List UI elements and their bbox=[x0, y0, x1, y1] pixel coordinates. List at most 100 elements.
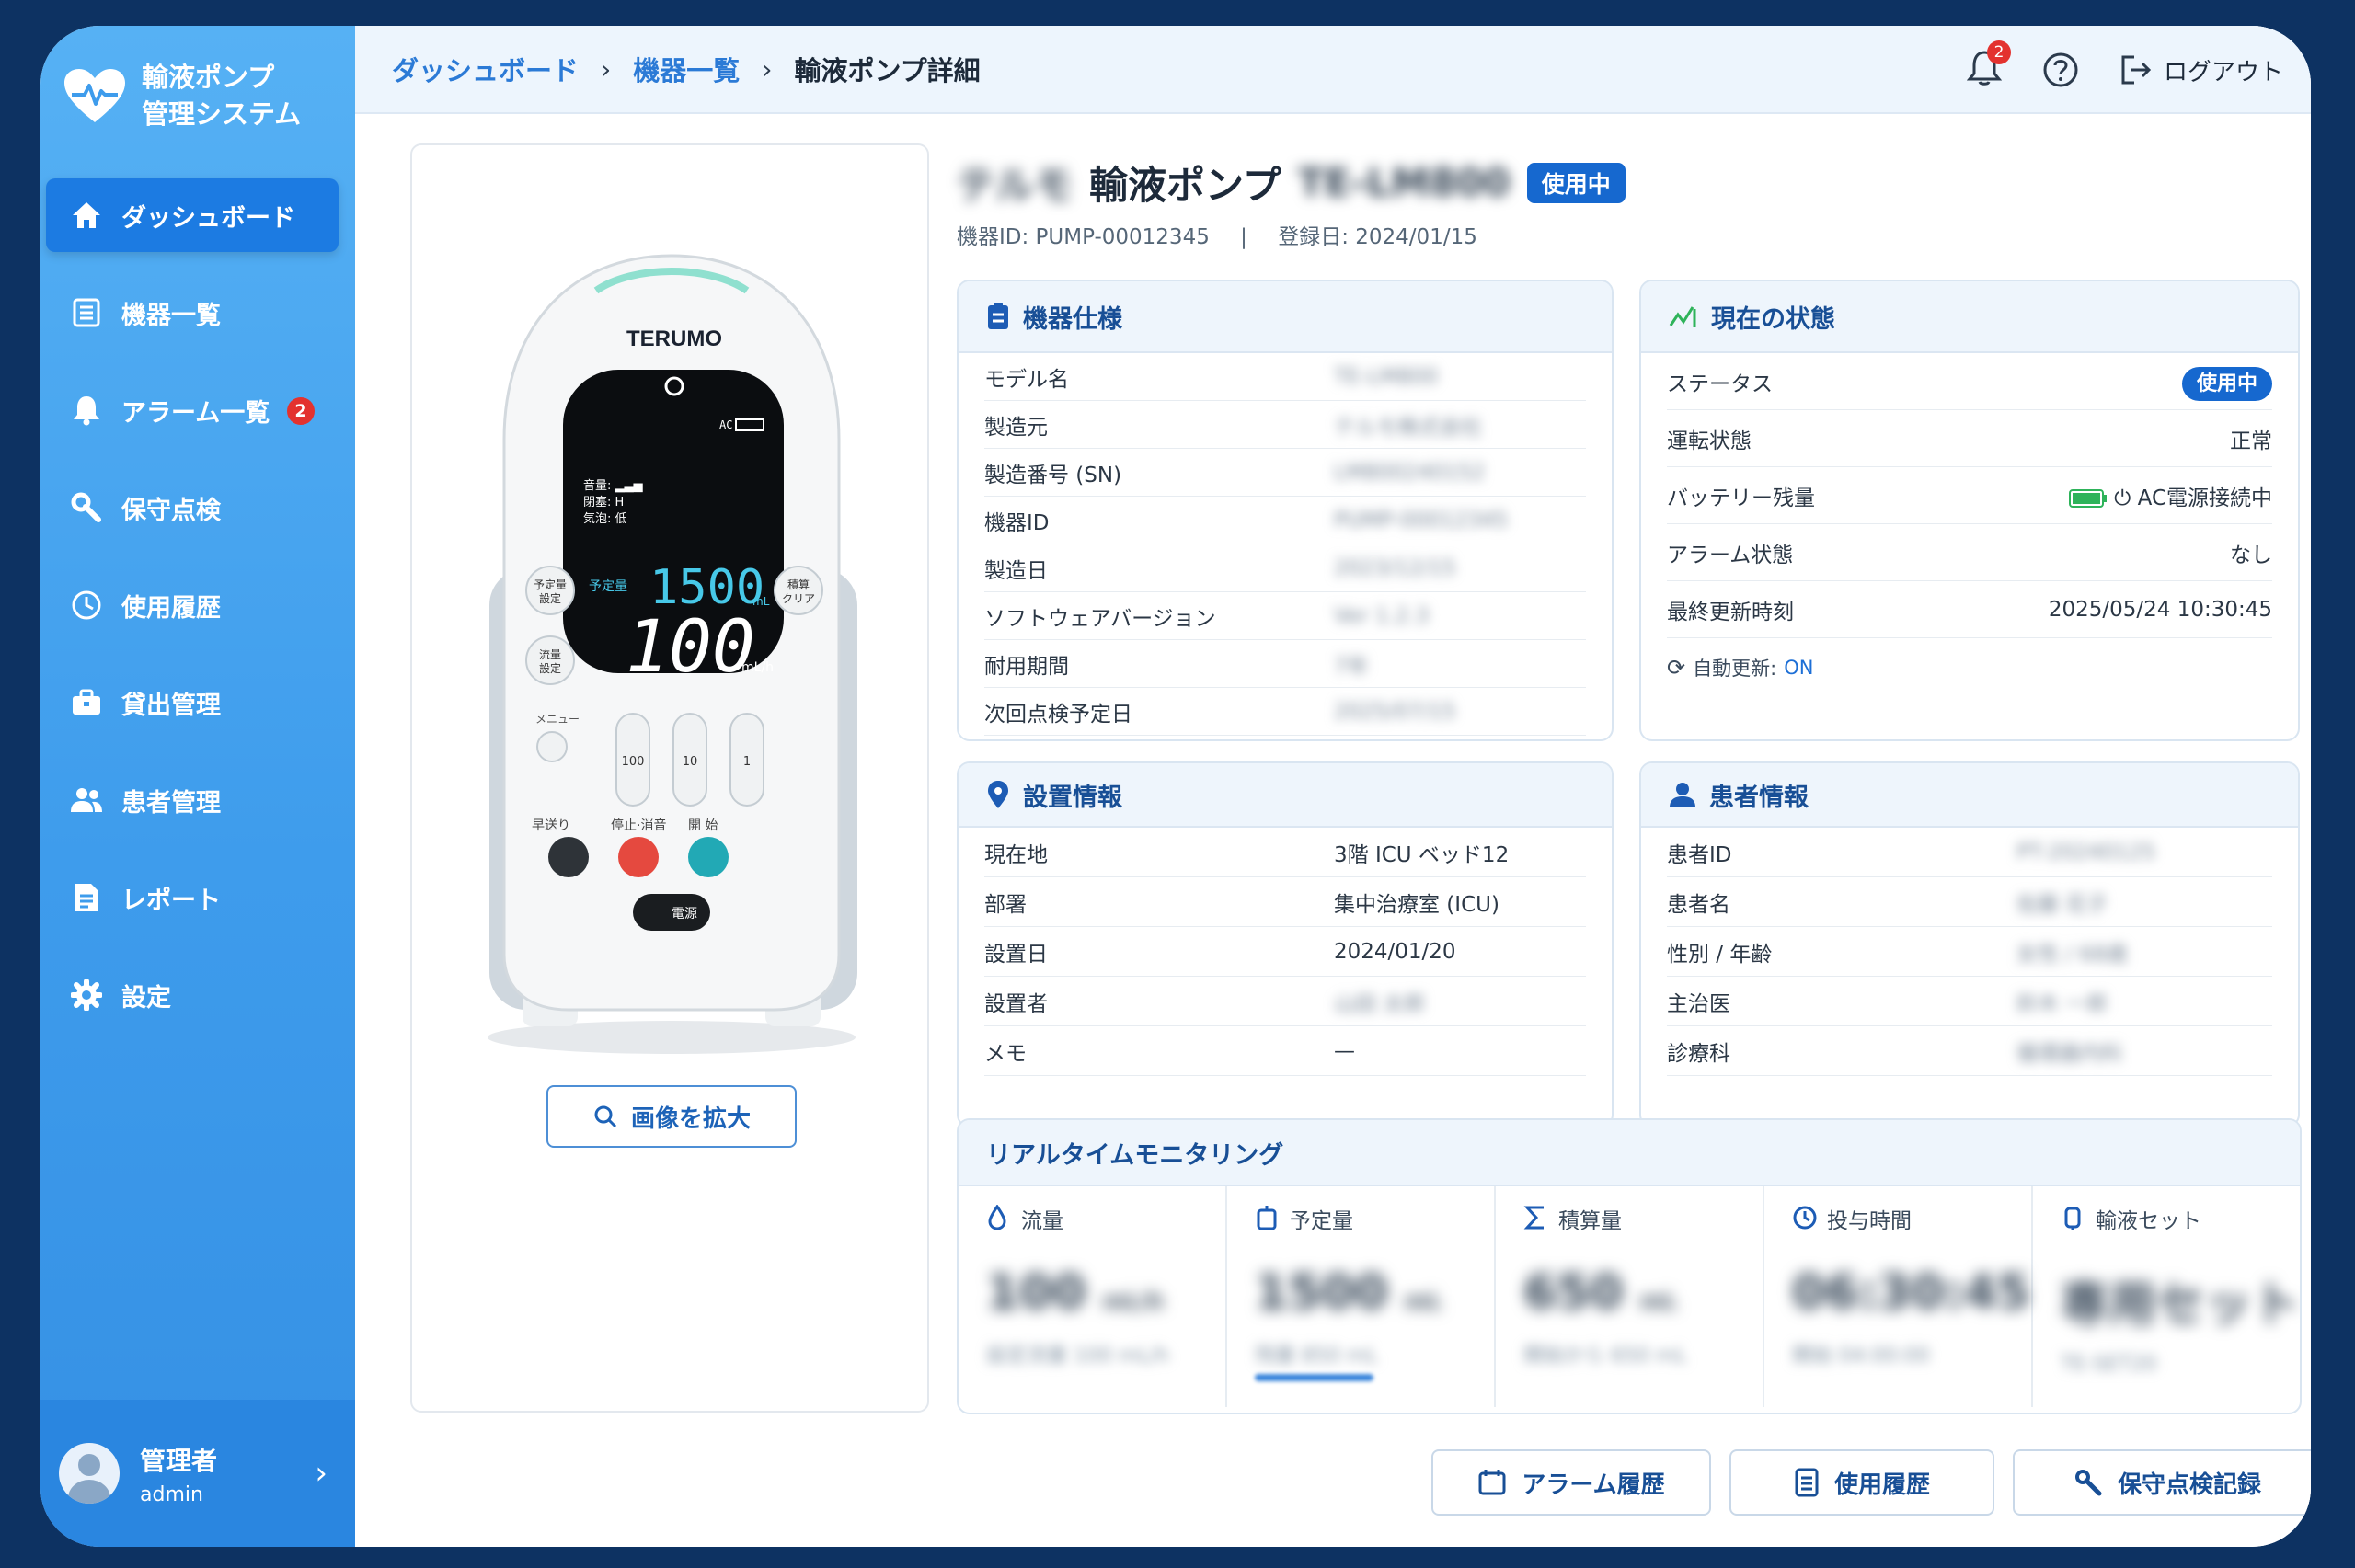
info-row-label: モデル名 bbox=[984, 367, 1069, 392]
briefcase-icon bbox=[70, 686, 103, 719]
usage-history-button[interactable]: 使用履歴 bbox=[1729, 1449, 1994, 1516]
info-row: 患者ID PT-20240125 bbox=[1667, 828, 2272, 877]
device-image-card: TERUMO AC 音量: ▂▃▅ 閉塞: H 気泡: 低 予定量 1500 m… bbox=[410, 143, 929, 1413]
person-icon bbox=[1670, 783, 1695, 807]
sidebar-item-label: 設定 bbox=[121, 983, 171, 1013]
info-row-value: 2024/01/20 bbox=[1334, 939, 1456, 964]
info-row: 設置日 2024/01/20 bbox=[984, 927, 1586, 977]
drop-icon bbox=[988, 1205, 1006, 1230]
info-row-label: 患者名 bbox=[1667, 892, 1730, 917]
sidebar-item-lending[interactable]: 貸出管理 bbox=[46, 666, 339, 739]
info-row-value: 佐藤 花子 bbox=[2016, 892, 2108, 917]
app-name-line1: 輸液ポンプ bbox=[142, 62, 275, 93]
chevron-right-icon: › bbox=[315, 1455, 327, 1492]
info-row-value: 2023/12/15 bbox=[1334, 555, 1456, 580]
sidebar-item-label: アラーム一覧 bbox=[121, 398, 270, 428]
svg-text:100: 100 bbox=[622, 755, 645, 769]
device-id: 機器ID: PUMP-00012345 bbox=[957, 225, 1210, 249]
app-window: 輸液ポンプ 管理システム ダッシュボード 機器一覧 アラーム一覧 2 保守点検 bbox=[40, 26, 2311, 1547]
svg-text:mL/h: mL/h bbox=[741, 660, 774, 675]
sidebar-item-label: レポート bbox=[121, 886, 221, 915]
info-row: 現在地 3階 ICU ベッド12 bbox=[984, 828, 1586, 877]
title-brand-blurred: テルモ bbox=[957, 163, 1074, 208]
info-row-label: 現在地 bbox=[984, 842, 1048, 867]
top-bar: ダッシュボード › 機器一覧 › 輸液ポンプ詳細 2 ログアウト bbox=[355, 26, 2311, 114]
monitor-value: 専用セット bbox=[2061, 1277, 2301, 1333]
svg-text:早送り: 早送り bbox=[532, 818, 570, 833]
info-row: 次回点検予定日 2025/07/15 bbox=[984, 688, 1586, 736]
sidebar-item-alarms[interactable]: アラーム一覧 2 bbox=[46, 373, 339, 447]
auto-refresh-toggle[interactable]: ⟳ 自動更新: ON bbox=[1667, 638, 2272, 697]
app-logo[interactable]: 輸液ポンプ 管理システム bbox=[63, 59, 301, 132]
sidebar: 輸液ポンプ 管理システム ダッシュボード 機器一覧 アラーム一覧 2 保守点検 bbox=[40, 26, 355, 1547]
status-badge: 使用中 bbox=[1526, 162, 1626, 203]
clipboard-icon bbox=[988, 303, 1008, 329]
sidebar-item-settings[interactable]: 設定 bbox=[46, 958, 339, 1032]
page-title: テルモ 輸液ポンプ TE-LM800 使用中 bbox=[957, 155, 1626, 211]
logout-button[interactable]: ログアウト bbox=[2120, 53, 2283, 87]
breadcrumb-separator: › bbox=[762, 53, 773, 85]
info-row: 患者名 佐藤 花子 bbox=[1667, 877, 2272, 927]
info-row-label: 患者ID bbox=[1667, 842, 1732, 867]
sidebar-item-dashboard[interactable]: ダッシュボード bbox=[46, 178, 339, 252]
info-row: ソフトウェアバージョン Ver 1.2.3 bbox=[984, 592, 1586, 640]
gear-icon bbox=[70, 979, 103, 1012]
monitor-subtext: 残量 850 mL bbox=[1255, 1345, 1378, 1368]
run-state-row: 運転状態 正常 bbox=[1667, 410, 2272, 467]
monitoring-title: リアルタイムモニタリング bbox=[986, 1140, 1284, 1170]
zoom-image-button[interactable]: 画像を拡大 bbox=[546, 1085, 797, 1148]
info-row-value: TE-LM800 bbox=[1334, 364, 1439, 389]
user-menu[interactable]: 管理者 admin › bbox=[40, 1400, 355, 1547]
breadcrumb-devices[interactable]: 機器一覧 bbox=[633, 50, 740, 88]
info-row-label: 性別 / 年齢 bbox=[1667, 942, 1773, 967]
sidebar-item-patients[interactable]: 患者管理 bbox=[46, 763, 339, 837]
bag-icon bbox=[1257, 1206, 1277, 1230]
report-icon bbox=[70, 881, 103, 914]
sidebar-item-label: 患者管理 bbox=[121, 788, 221, 818]
info-row: 部署 集中治療室 (ICU) bbox=[984, 877, 1586, 927]
alarm-count-badge: 2 bbox=[287, 397, 315, 425]
status-row: ステータス 使用中 bbox=[1667, 353, 2272, 410]
monitor-value: 1500 bbox=[1255, 1265, 1388, 1321]
sidebar-item-devices[interactable]: 機器一覧 bbox=[46, 276, 339, 349]
info-row-value: PT-20240125 bbox=[2016, 840, 2156, 864]
info-row-value: LM800240152 bbox=[1334, 460, 1486, 485]
info-row-label: 部署 bbox=[984, 892, 1027, 917]
clock-icon bbox=[1793, 1206, 1817, 1230]
clock-icon bbox=[70, 589, 103, 622]
help-icon[interactable] bbox=[2042, 52, 2079, 88]
info-row: モデル名 TE-LM800 bbox=[984, 353, 1586, 401]
info-row-value: — bbox=[1334, 1038, 1355, 1063]
logout-label: ログアウト bbox=[2163, 58, 2283, 86]
heart-pulse-icon bbox=[64, 69, 125, 122]
sidebar-item-label: ダッシュボード bbox=[121, 203, 295, 233]
sidebar-nav: ダッシュボード 機器一覧 アラーム一覧 2 保守点検 使用履歴 貸出管理 患者管… bbox=[46, 178, 339, 1056]
search-icon bbox=[594, 1105, 617, 1128]
notifications-button[interactable]: 2 bbox=[1966, 40, 2011, 90]
maintenance-record-button[interactable]: 保守点検記録 bbox=[2013, 1449, 2311, 1516]
monitor-value: 06:30:45 bbox=[1792, 1265, 2030, 1321]
monitor-label: 投与時間 bbox=[1827, 1209, 1912, 1233]
monitor-unit: mL/h bbox=[1102, 1288, 1164, 1314]
main-content: ダッシュボード › 機器一覧 › 輸液ポンプ詳細 2 ログアウト TERUMO … bbox=[355, 26, 2311, 1547]
battery-icon bbox=[2068, 489, 2107, 508]
alarm-history-button[interactable]: アラーム履歴 bbox=[1431, 1449, 1711, 1516]
registration-date: 登録日: 2024/01/15 bbox=[1278, 225, 1477, 249]
info-row-label: 設置日 bbox=[984, 942, 1048, 967]
app-name-line2: 管理システム bbox=[142, 98, 302, 130]
info-row-value: テルモ株式会社 bbox=[1334, 415, 1482, 440]
breadcrumb-dashboard[interactable]: ダッシュボード bbox=[392, 50, 579, 88]
updated-row: 最終更新時刻 2025/05/24 10:30:45 bbox=[1667, 581, 2272, 638]
sidebar-item-usage-history[interactable]: 使用履歴 bbox=[46, 568, 339, 642]
status-pill: 使用中 bbox=[2181, 366, 2272, 401]
wrench-icon bbox=[70, 491, 103, 524]
info-row-label: 機器ID bbox=[984, 510, 1050, 535]
info-row-label: 耐用期間 bbox=[984, 654, 1069, 679]
svg-text:AC: AC bbox=[719, 418, 732, 431]
monitor-value: 650 bbox=[1523, 1265, 1624, 1321]
info-row-label: 製造日 bbox=[984, 558, 1048, 583]
sidebar-item-reports[interactable]: レポート bbox=[46, 861, 339, 934]
sidebar-item-maintenance[interactable]: 保守点検 bbox=[46, 471, 339, 544]
tools-icon bbox=[2074, 1470, 2102, 1496]
pump-device-image: TERUMO AC 音量: ▂▃▅ 閉塞: H 気泡: 低 予定量 1500 m… bbox=[488, 254, 857, 1054]
